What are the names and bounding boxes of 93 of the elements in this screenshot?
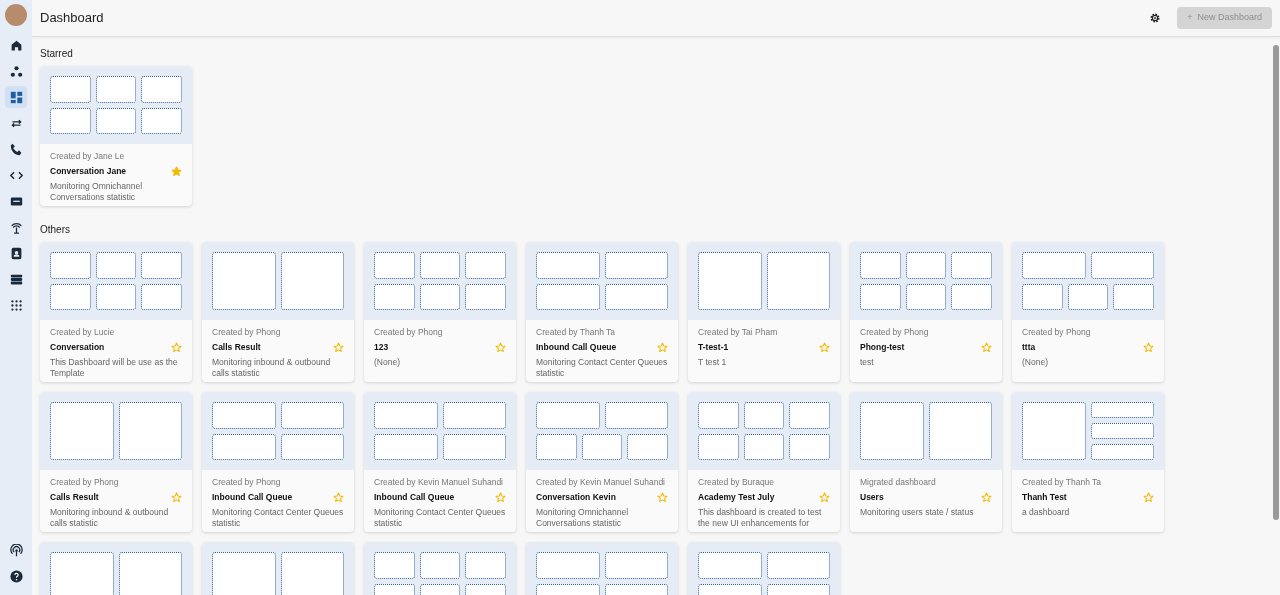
card-title: Academy Test July bbox=[698, 492, 775, 503]
antenna-icon bbox=[9, 220, 23, 234]
dashboard-card[interactable]: Created by Phong Calls Result Monitoring inbound & outbound calls statistic bbox=[40, 392, 192, 532]
dashboard-card[interactable]: Created by Buraque Academy Test July This dashboard is created to test the new UI enhancements for bbox=[688, 392, 840, 532]
card-title: Calls Result bbox=[50, 492, 99, 503]
star-icon[interactable] bbox=[981, 492, 992, 503]
star-icon[interactable] bbox=[1143, 342, 1154, 353]
creator-text: Created by Phong bbox=[1022, 327, 1092, 338]
card-description: Monitoring Contact Center Queues statistic bbox=[536, 357, 668, 379]
message-icon bbox=[9, 194, 23, 208]
database-icon bbox=[9, 272, 23, 286]
section-title: Starred bbox=[40, 47, 74, 61]
star-icon[interactable] bbox=[171, 492, 182, 503]
creator-text: Created by Phong bbox=[212, 477, 282, 488]
card-title: Phong-test bbox=[860, 342, 905, 353]
card-description: Monitoring users state / status bbox=[860, 507, 975, 518]
dashboard-card[interactable]: Created by Phong Inbound Call Queue Monitoring Contact Center Queues statistic bbox=[202, 392, 354, 532]
dashboard-icon bbox=[9, 90, 23, 104]
dashboard-card[interactable]: Created by Phong 123 (None) bbox=[364, 242, 516, 382]
phone-icon bbox=[9, 142, 23, 156]
card-description: Monitoring Omnichannel Conversations statistic bbox=[536, 507, 630, 529]
card-description: This Dashboard will be use as the Template bbox=[50, 357, 179, 379]
card-description: a dashboard bbox=[1022, 507, 1071, 518]
contact-icon bbox=[9, 246, 23, 260]
dashboard-card[interactable]: Created by Kevin Manuel Suhandi Conversation Kevin Monitoring Omnichannel Conversations statistic bbox=[526, 392, 678, 532]
star-icon[interactable] bbox=[981, 342, 992, 353]
creator-text: Created by Jane Le bbox=[50, 151, 126, 162]
creator-text: Created by Lucie bbox=[50, 327, 116, 338]
help-icon bbox=[9, 569, 23, 583]
creator-text: Created by Buraque bbox=[698, 477, 776, 488]
broadcast-icon bbox=[9, 543, 23, 557]
card-title: T-test-1 bbox=[698, 342, 729, 353]
dashboard-card[interactable]: Created by Thanh Ta Inbound Call Queue Monitoring Contact Center Queues statistic bbox=[526, 242, 678, 382]
dashboard-card[interactable]: Created by Jane Le Conversation Jane Monitoring Omnichannel Conversations statistic bbox=[40, 66, 192, 206]
card-title: Inbound Call Queue bbox=[536, 342, 617, 353]
section-title: Others bbox=[40, 223, 71, 237]
dashboard-card[interactable]: Created by Phong Phong-test test bbox=[850, 242, 1002, 382]
creator-text: Created by Kevin Manuel Suhandi bbox=[374, 477, 504, 488]
star-icon[interactable] bbox=[171, 342, 182, 353]
dashboard-card[interactable]: Created by Phong Calls Result Monitoring inbound & outbound calls statistic bbox=[202, 242, 354, 382]
scrollbar-thumb[interactable] bbox=[1273, 45, 1279, 520]
star-icon[interactable] bbox=[819, 492, 830, 503]
dashboard-card[interactable]: Created by Tai Pham T-test-1 T test 1 bbox=[688, 242, 840, 382]
card-description: (None) bbox=[374, 357, 401, 368]
page-title: Dashboard bbox=[40, 9, 105, 28]
card-description: Monitoring inbound & outbound calls statistic bbox=[212, 357, 332, 379]
star-icon[interactable] bbox=[495, 492, 506, 503]
dashboard-card[interactable]: Created by Thanh Ta Thanh Test a dashboard bbox=[1012, 392, 1164, 532]
card-description: Monitoring Contact Center Queues statistic bbox=[212, 507, 344, 529]
avatar-circle[interactable] bbox=[5, 4, 27, 26]
star-icon[interactable] bbox=[657, 492, 668, 503]
settings-icon[interactable] bbox=[1149, 12, 1162, 24]
card-title: ttta bbox=[1022, 342, 1036, 353]
card-description: Monitoring inbound & outbound calls statistic bbox=[50, 507, 170, 529]
star-icon[interactable] bbox=[819, 342, 830, 353]
dashboard-card[interactable]: Migrated dashboard Users Monitoring users state / status bbox=[850, 392, 1002, 532]
creator-text: Created by Phong bbox=[50, 477, 120, 488]
dashboard-card[interactable]: Created by Phong ttta (None) bbox=[1012, 242, 1164, 382]
card-title: Inbound Call Queue bbox=[212, 492, 293, 503]
star-icon[interactable] bbox=[495, 342, 506, 353]
creator-text: Created by Phong bbox=[212, 327, 282, 338]
star-icon[interactable] bbox=[333, 342, 344, 353]
card-title: 123 bbox=[374, 342, 389, 353]
star-icon[interactable] bbox=[1143, 492, 1154, 503]
card-description: Monitoring Contact Center Queues statistic bbox=[374, 507, 506, 529]
dashboard-card[interactable]: Created by Lucie Conversation This Dashboard will be use as the Template bbox=[40, 242, 192, 382]
card-description: T test 1 bbox=[698, 357, 728, 368]
card-description: test bbox=[860, 357, 875, 368]
card-description: This dashboard is created to test the new UI enhancements for bbox=[698, 507, 823, 529]
creator-text: Created by Phong bbox=[374, 327, 444, 338]
star-icon[interactable] bbox=[171, 166, 182, 177]
creator-text: Migrated dashboard bbox=[860, 477, 937, 488]
home-icon bbox=[9, 38, 23, 52]
apps-grid-icon bbox=[9, 298, 23, 312]
creator-text: Created by Phong bbox=[860, 327, 930, 338]
card-description: Monitoring Omnichannel Conversations statistic bbox=[50, 181, 144, 203]
card-title: Inbound Call Queue bbox=[374, 492, 455, 503]
dashboard-card[interactable]: Created by Kevin Manuel Suhandi Inbound Call Queue Monitoring Contact Center Queues statistic bbox=[364, 392, 516, 532]
creator-text: Created by Kevin Manuel Suhandi bbox=[536, 477, 666, 488]
card-title: Conversation bbox=[50, 342, 105, 353]
creator-text: Created by Tai Pham bbox=[698, 327, 779, 338]
card-title: Thanh Test bbox=[1022, 492, 1067, 503]
creator-text: Created by Thanh Ta bbox=[536, 327, 617, 338]
star-icon[interactable] bbox=[333, 492, 344, 503]
sidebar-item[interactable] bbox=[5, 86, 27, 108]
card-title: Calls Result bbox=[212, 342, 261, 353]
card-title: Conversation Jane bbox=[50, 166, 127, 177]
card-title: Conversation Kevin bbox=[536, 492, 616, 503]
creator-text: Created by Thanh Ta bbox=[1022, 477, 1103, 488]
nodes-icon bbox=[9, 64, 23, 78]
card-title: Users bbox=[860, 492, 884, 503]
card-description: (None) bbox=[1022, 357, 1049, 368]
star-icon[interactable] bbox=[657, 342, 668, 353]
